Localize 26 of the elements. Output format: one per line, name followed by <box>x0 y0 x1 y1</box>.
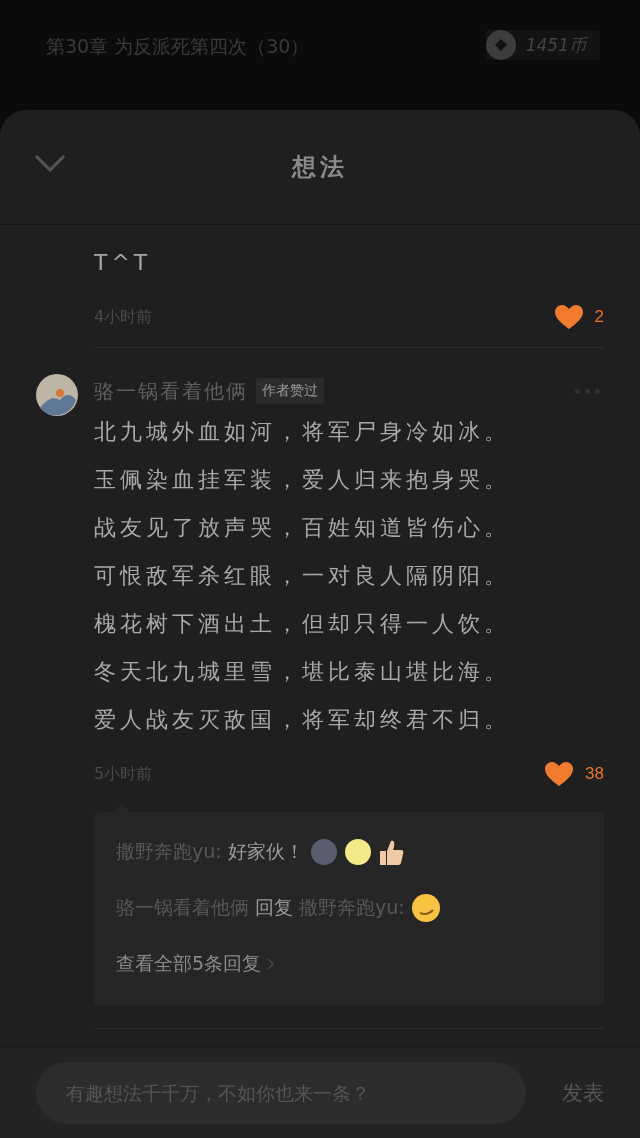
full-moon-icon <box>343 838 372 866</box>
chevron-icon <box>34 154 66 172</box>
chevron-right-icon <box>267 957 276 971</box>
coin-icon <box>485 30 516 60</box>
dark-moon-icon <box>309 838 338 866</box>
avatar[interactable] <box>36 374 78 416</box>
reply-text: 好家伙！ <box>227 839 304 864</box>
comment-text-line: 爱人战友灭敌国，将军却终君不归。 <box>94 706 511 734</box>
reply-verb: 回复 <box>255 895 293 920</box>
like-button[interactable]: 2 <box>552 303 604 331</box>
thumbs-up-icon <box>377 838 404 866</box>
comment-text-line: 北九城外血如河，将军尸身冷如冰。 <box>94 418 511 446</box>
heart-icon <box>552 303 585 331</box>
view-all-replies-link[interactable]: 查看全部5条回复 <box>116 936 276 992</box>
comment-text-line: T^T <box>94 249 153 277</box>
comment-text-line: 冬天北九城里雪，堪比泰山堪比海。 <box>94 658 511 686</box>
comment-text-line: 槐花树下酒出土，但却只得一人饮。 <box>94 610 511 638</box>
comment-text-line: 战友见了放声哭，百姓知道皆伤心。 <box>94 514 511 542</box>
comment-text-line: 可恨敌军杀红眼，一对良人隔阴阳。 <box>94 562 511 590</box>
like-button[interactable]: 38 <box>543 760 604 788</box>
smiling-face-icon <box>410 893 441 923</box>
comment-text-line: 玉佩染血挂军装，爱人归来抱身哭。 <box>94 466 511 494</box>
author-name[interactable]: 骆一锅看着他俩 <box>94 377 248 405</box>
heart-icon <box>543 760 576 788</box>
sheet-title: 想法 <box>292 152 348 183</box>
author-liked-badge: 作者赞过 <box>256 378 324 404</box>
